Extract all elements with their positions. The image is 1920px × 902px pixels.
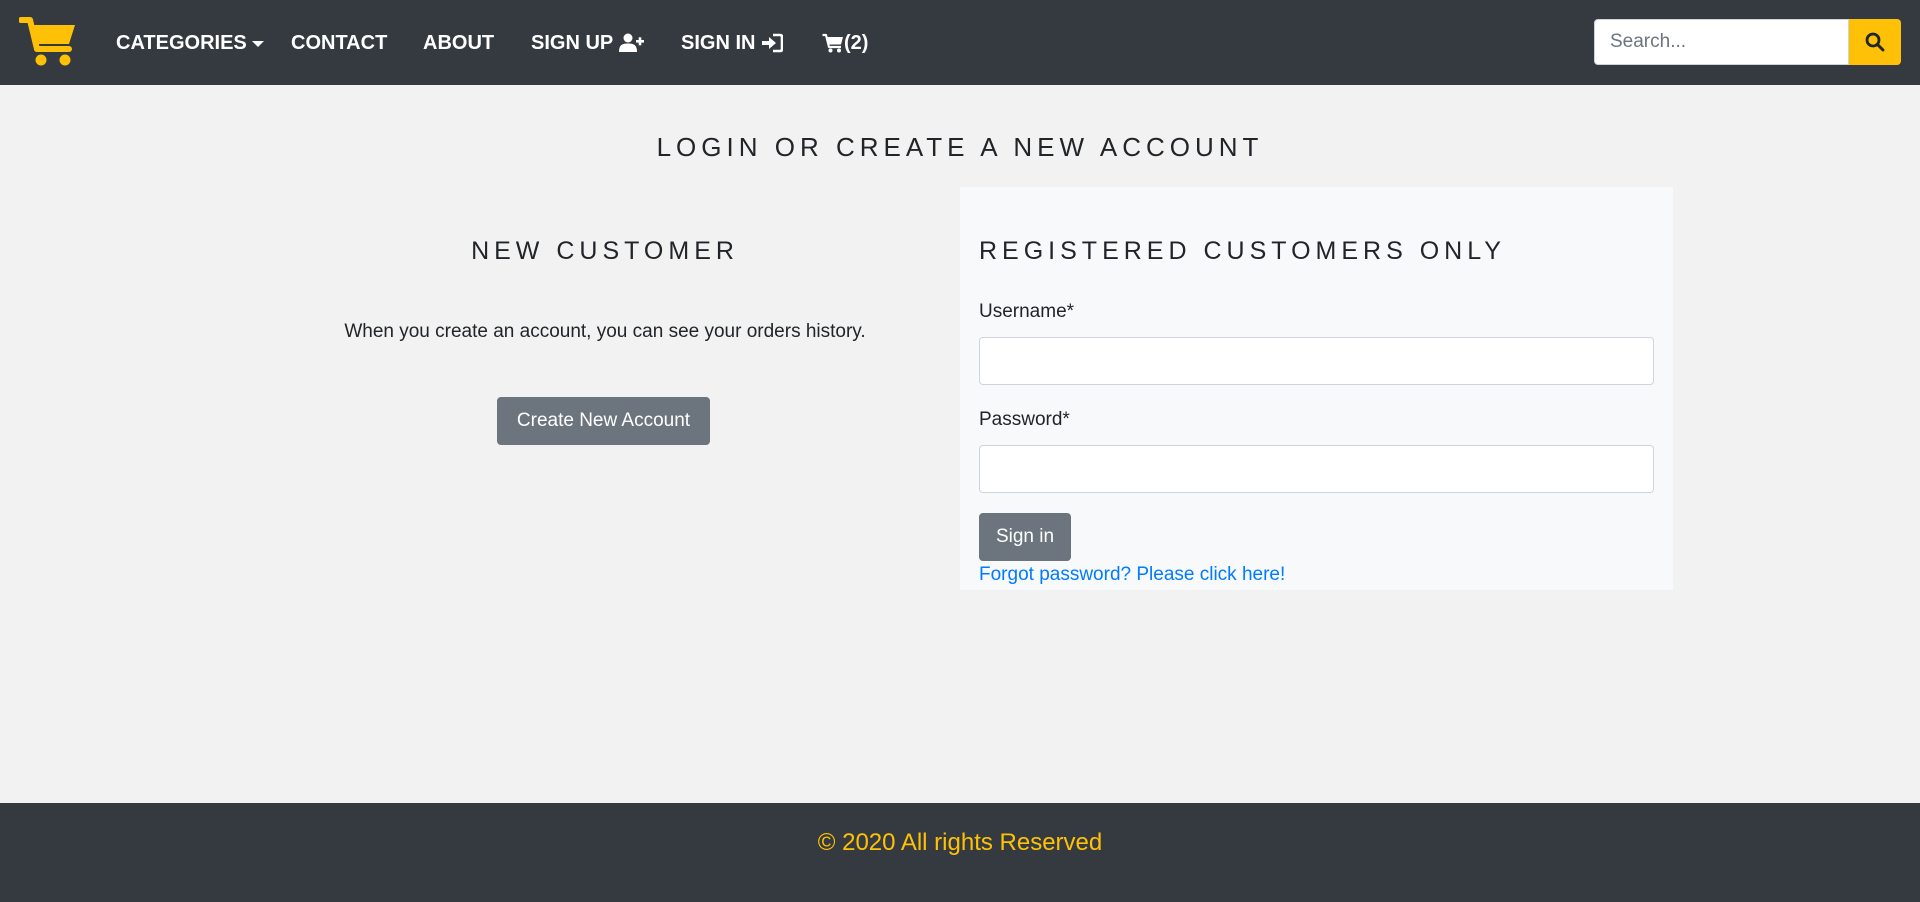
search-input[interactable] xyxy=(1594,19,1849,65)
nav-contact-link[interactable]: CONTACT xyxy=(291,30,387,56)
nav-about-link[interactable]: ABOUT xyxy=(423,30,494,56)
page-title: LOGIN OR CREATE A NEW ACCOUNT xyxy=(656,132,1264,162)
search-icon xyxy=(1865,32,1885,52)
password-field[interactable] xyxy=(979,445,1654,493)
create-account-button[interactable]: Create New Account xyxy=(497,397,710,445)
nav-categories-label: CATEGORIES xyxy=(116,32,247,54)
nav-signin-label: SIGN IN xyxy=(681,32,756,54)
nav-signin-link[interactable]: SIGN IN xyxy=(681,30,784,56)
shopping-cart-icon[interactable] xyxy=(18,15,77,67)
footer-copyright: © 2020 All rights Reserved xyxy=(817,829,1103,856)
footer: © 2020 All rights Reserved xyxy=(0,803,1920,902)
nav-signup-label: SIGN UP xyxy=(531,32,614,54)
nav-contact-label: CONTACT xyxy=(291,32,388,54)
nav-categories-dropdown[interactable]: CATEGORIES xyxy=(116,30,264,56)
sign-in-icon xyxy=(762,33,784,53)
navbar: CATEGORIES CONTACT ABOUT SIGN UP SIGN IN xyxy=(0,0,1920,85)
username-field[interactable] xyxy=(979,337,1654,385)
login-heading: REGISTERED CUSTOMERS ONLY xyxy=(979,237,1506,265)
new-customer-section: NEW CUSTOMER When you create an account,… xyxy=(250,187,960,590)
password-label: Password* xyxy=(979,409,1070,430)
forgot-password-link[interactable]: Forgot password? Please click here! xyxy=(979,564,1285,586)
nav-about-label: ABOUT xyxy=(423,32,495,54)
login-section: REGISTERED CUSTOMERS ONLY Username* Pass… xyxy=(960,187,1673,590)
nav-signup-link[interactable]: SIGN UP xyxy=(531,30,645,56)
username-label: Username* xyxy=(979,301,1075,322)
new-customer-info-text: When you create an account, you can see … xyxy=(344,321,866,342)
cart-icon xyxy=(822,33,843,53)
new-customer-heading: NEW CUSTOMER xyxy=(471,237,739,265)
user-plus-icon xyxy=(619,33,645,52)
search-button[interactable] xyxy=(1849,19,1901,65)
cart-count: (2) xyxy=(844,32,869,54)
nav-cart-link[interactable]: (2) xyxy=(822,30,868,56)
sign-in-button[interactable]: Sign in xyxy=(979,513,1071,561)
chevron-down-icon xyxy=(251,41,264,47)
